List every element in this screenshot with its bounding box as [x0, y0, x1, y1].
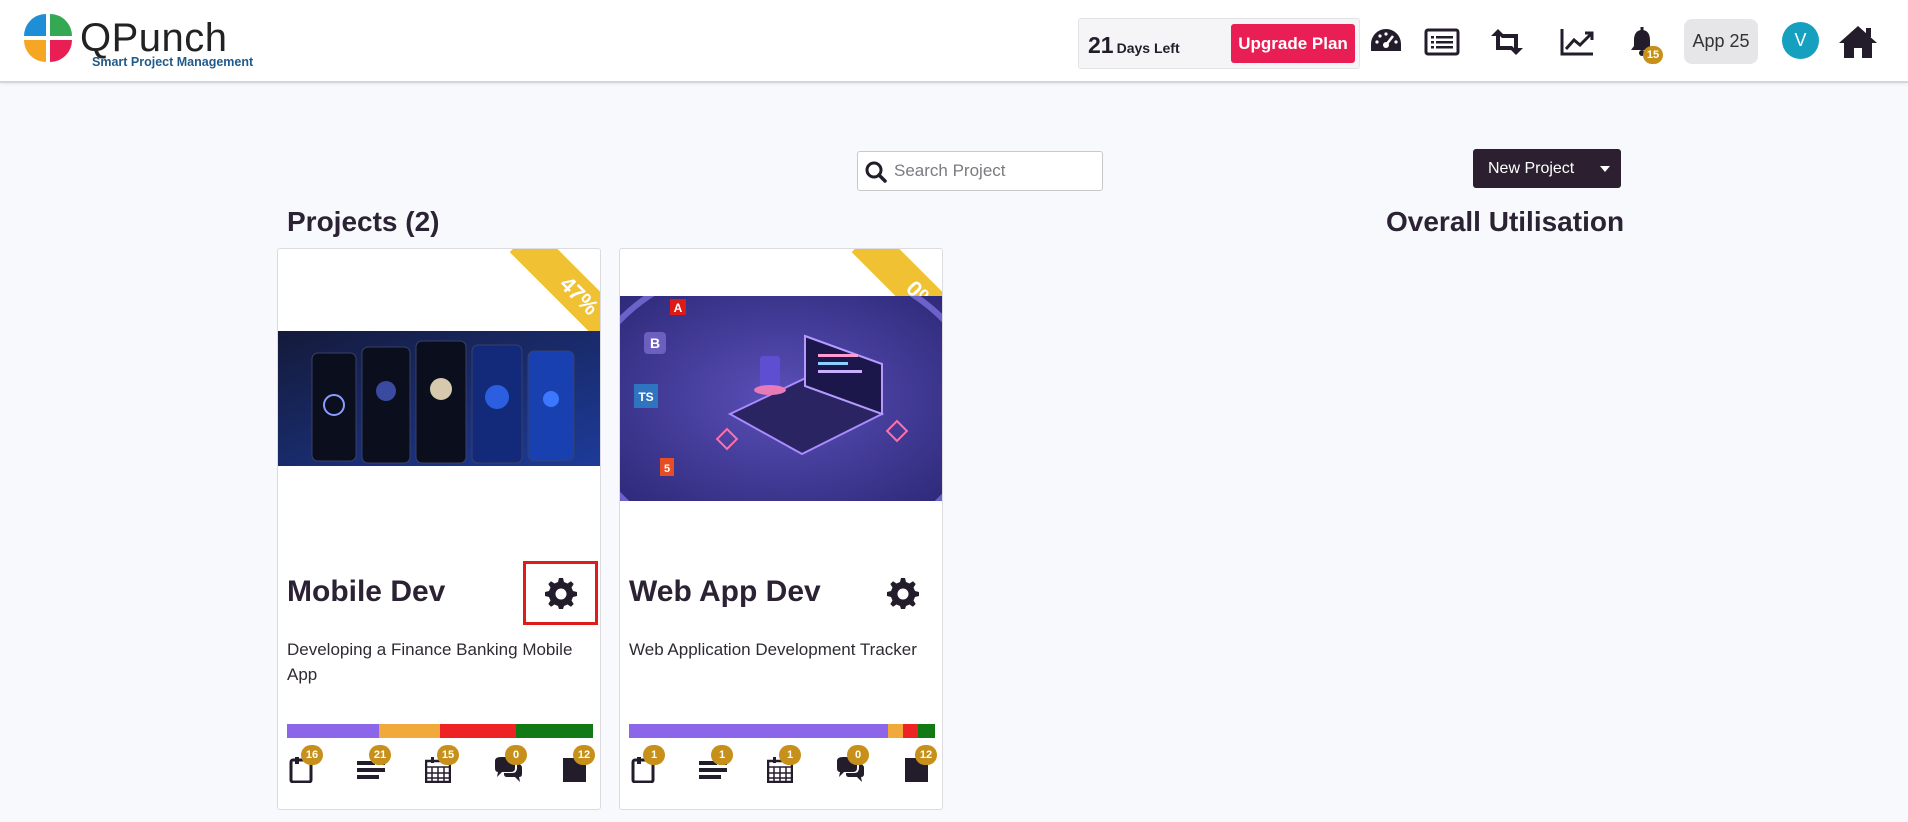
comments-count-badge: 0	[505, 745, 527, 765]
trial-days-count: 21	[1088, 32, 1114, 58]
calendar-count-badge: 1	[779, 745, 801, 765]
tasks-stat[interactable]: 16	[287, 745, 327, 785]
qpunch-logo[interactable]: QPunch Smart Project Management	[22, 12, 262, 72]
svg-text:TS: TS	[638, 390, 653, 404]
logo-mark-icon	[24, 14, 72, 62]
projects-heading: Projects (2)	[287, 206, 440, 237]
top-navbar: QPunch Smart Project Management 21 Days L…	[0, 0, 1908, 83]
logo-name: QPunch	[80, 16, 228, 60]
upgrade-plan-button[interactable]: Upgrade Plan	[1231, 24, 1355, 63]
dashboard-icon[interactable]	[1364, 20, 1408, 64]
sprints-count-badge: 1	[711, 745, 733, 765]
project-title[interactable]: Mobile Dev	[287, 575, 445, 609]
calendar-stat[interactable]: 15	[423, 745, 463, 785]
comments-count-badge: 0	[847, 745, 869, 765]
svg-text:A: A	[674, 301, 683, 315]
comments-stat[interactable]: 0	[491, 745, 531, 785]
caret-down-icon	[1599, 165, 1610, 172]
trial-days-left: 21 Days Left	[1088, 32, 1180, 59]
files-stat[interactable]: 12	[559, 745, 599, 785]
project-settings-button[interactable]	[523, 561, 598, 625]
files-count-badge: 12	[573, 745, 595, 765]
search-input[interactable]	[894, 158, 1094, 184]
project-description: Web Application Development Tracker	[629, 640, 917, 659]
sprints-stat[interactable]: 21	[355, 745, 395, 785]
project-status-bar	[629, 724, 935, 738]
trial-status: 21 Days Left Upgrade Plan	[1078, 18, 1360, 69]
project-stats: 1 1 1 0 12	[629, 745, 937, 785]
svg-text:5: 5	[664, 463, 670, 475]
gear-icon	[544, 578, 577, 609]
comments-stat[interactable]: 0	[833, 745, 873, 785]
app-switcher-button[interactable]: App 25	[1684, 19, 1758, 64]
project-title[interactable]: Web App Dev	[629, 575, 821, 609]
status-segment	[287, 724, 379, 738]
status-segment	[516, 724, 593, 738]
new-project-label: New Project	[1488, 160, 1575, 177]
status-segment	[629, 724, 888, 738]
status-segment	[887, 724, 903, 738]
project-card-mobile-dev[interactable]: 47% Mobile Dev Developing a Finance Bank…	[277, 248, 601, 810]
sprints-count-badge: 21	[369, 745, 391, 765]
project-thumbnail-web-app-dev: A B TS 5	[620, 296, 942, 501]
calendar-stat[interactable]: 1	[765, 745, 805, 785]
tasks-stat[interactable]: 1	[629, 745, 669, 785]
project-description: Developing a Finance Banking Mobile App	[287, 640, 573, 684]
files-count-badge: 12	[915, 745, 937, 765]
tasks-count-badge: 1	[643, 745, 665, 765]
project-settings-button[interactable]	[865, 561, 940, 625]
new-project-button[interactable]: New Project	[1473, 149, 1621, 188]
status-segment	[918, 724, 935, 738]
home-icon[interactable]	[1836, 20, 1880, 64]
calendar-count-badge: 15	[437, 745, 459, 765]
status-segment	[902, 724, 919, 738]
chart-line-icon[interactable]	[1555, 20, 1599, 64]
new-project-dropdown-toggle[interactable]	[1588, 149, 1621, 188]
project-thumbnail-mobile-dev	[278, 331, 600, 466]
project-stats: 16 21 15 0 12	[287, 745, 595, 785]
files-stat[interactable]: 12	[901, 745, 941, 785]
sprints-stat[interactable]: 1	[697, 745, 737, 785]
svg-text:B: B	[650, 335, 660, 351]
retweet-icon[interactable]	[1485, 20, 1529, 64]
list-icon[interactable]	[1420, 20, 1464, 64]
trial-days-label: Days Left	[1116, 40, 1180, 56]
search-box[interactable]	[857, 151, 1103, 191]
search-icon	[865, 161, 887, 183]
overall-utilisation-heading: Overall Utilisation	[1386, 206, 1625, 237]
project-status-bar	[287, 724, 593, 738]
project-card-web-app-dev[interactable]: 0% A B TS 5 Web App Dev Web Application …	[619, 248, 943, 810]
gear-icon	[886, 578, 919, 609]
avatar[interactable]: V	[1782, 22, 1819, 59]
status-segment	[378, 724, 440, 738]
status-segment	[439, 724, 517, 738]
tasks-count-badge: 16	[301, 745, 323, 765]
logo-tagline: Smart Project Management	[92, 55, 254, 69]
notification-badge: 15	[1643, 46, 1663, 64]
